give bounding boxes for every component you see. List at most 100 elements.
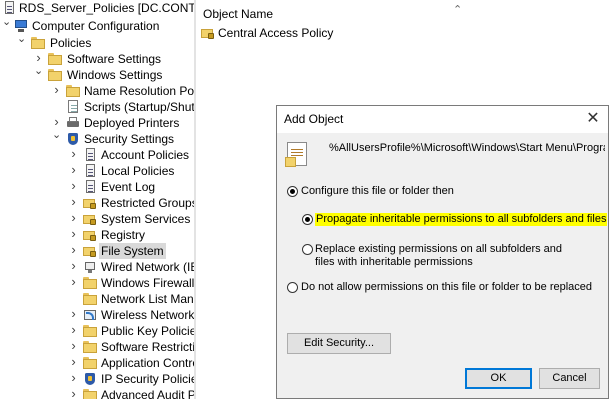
tree-item-registry[interactable]: Registry [0,227,194,243]
chevron-right-icon[interactable] [69,339,78,355]
chevron-right-icon[interactable] [69,275,78,291]
tree-item-restricted-groups[interactable]: Restricted Groups [0,195,194,211]
object-path: %AllUsersProfile%\Microsoft\Windows\Star… [329,142,605,154]
tree-item-deployed-printers[interactable]: Deployed Printers [0,115,194,131]
tree-item-account-policies[interactable]: Account Policies [0,147,194,163]
tree-item-file-system[interactable]: File System [0,243,194,259]
tree-item-application-control[interactable]: Application Control [0,355,194,371]
propagate-radio-label[interactable]: Propagate inheritable permissions to all… [315,213,608,226]
do-not-allow-radio-label[interactable]: Do not allow permissions on this file or… [301,281,592,294]
configure-radio-label[interactable]: Configure this file or folder then [301,185,454,198]
chevron-right-icon[interactable] [69,147,78,163]
tree-item-label: Scripts (Startup/Shutdo [84,100,194,114]
chevron-down-icon[interactable] [2,18,11,34]
chevron-down-icon[interactable] [34,67,43,83]
ok-button[interactable]: OK [465,368,532,389]
configure-radio[interactable] [287,186,298,197]
tree-item-wired-network[interactable]: Wired Network (IEEE [0,259,194,275]
tree-item-windows-settings[interactable]: Windows Settings [0,67,194,83]
wired-network-icon [83,260,97,274]
chevron-right-icon[interactable] [69,387,78,399]
tree-item-local-policies[interactable]: Local Policies [0,163,194,179]
lock-folder-icon [83,196,97,210]
tree-item-security-settings[interactable]: Security Settings [0,131,194,147]
tree-item-label: Computer Configuration [32,19,160,33]
tree-item-software-settings[interactable]: Software Settings [0,51,194,67]
tree-item-name-resolution-policy[interactable]: Name Resolution Policy [0,83,194,99]
tree-item-label: Network List Manag [101,292,194,306]
tree-item-public-key-policies[interactable]: Public Key Policies [0,323,194,339]
chevron-right-icon[interactable] [69,195,78,211]
folder-icon [31,36,45,50]
lock-folder-icon [83,228,97,242]
chevron-down-icon[interactable] [17,35,26,51]
chevron-right-icon[interactable] [69,259,78,275]
propagate-radio[interactable] [302,214,313,225]
do-not-allow-radio[interactable] [287,282,298,293]
replace-radio[interactable] [302,244,313,255]
folder-icon [66,84,80,98]
lock-folder-icon [83,212,97,226]
tree-item-label: Security Settings [84,132,175,146]
tree-item-gpo-root[interactable]: RDS_Server_Policies [DC.CONTOSO.C [0,0,194,16]
tree-item-label: Windows Firewall w [101,276,194,290]
chevron-right-icon[interactable] [69,323,78,339]
chevron-right-icon[interactable] [69,355,78,371]
tree-item-event-log[interactable]: Event Log [0,179,194,195]
chevron-right-icon[interactable] [69,163,78,179]
folder-icon [48,52,62,66]
tree-item-label: System Services [101,212,191,226]
dialog-title: Add Object [284,112,344,126]
close-icon[interactable]: ✕ [582,108,604,130]
tree-item-network-list-manager[interactable]: Network List Manag [0,291,194,307]
cancel-button[interactable]: Cancel [539,368,600,389]
list-item-label: Central Access Policy [218,26,334,40]
tree-item-label: Software Restrictio [101,340,194,354]
policy-icon [83,164,97,178]
tree-item-label: Software Settings [67,52,162,66]
tree-item-scripts[interactable]: Scripts (Startup/Shutdo [0,99,194,115]
sort-ascending-icon: ⌃ [453,4,463,16]
tree-item-advanced-audit[interactable]: Advanced Audit Po [0,387,194,399]
policy-icon [83,180,97,194]
tree-item-label: Wireless Network (II [101,308,194,322]
column-header-object-name[interactable]: Object Name ⌃ [203,4,462,22]
console-tree: RDS_Server_Policies [DC.CONTOSO.C Comput… [0,0,194,399]
tree-item-label: Application Control [101,356,194,370]
tree-item-system-services[interactable]: System Services [0,211,194,227]
replace-radio-label[interactable]: Replace existing permissions on all subf… [315,243,575,269]
tree-item-label: Policies [50,36,92,50]
tree-item-label: IP Security Policies c [101,372,194,386]
chevron-right-icon[interactable] [69,371,78,387]
chevron-right-icon[interactable] [52,83,61,99]
tree-item-label: Event Log [101,180,156,194]
column-header-label: Object Name [203,7,274,21]
tree-item-label: Local Policies [101,164,175,178]
add-object-dialog: Add Object ✕ %AllUsersProfile%\Microsoft… [276,105,609,399]
scripts-icon [66,100,80,114]
folder-icon [83,388,97,399]
chevron-right-icon[interactable] [69,227,78,243]
tree-item-software-restriction[interactable]: Software Restrictio [0,339,194,355]
chevron-right-icon[interactable] [69,179,78,195]
tree-item-label: File System [99,243,166,259]
tree-item-policies[interactable]: Policies [0,35,194,51]
chevron-right-icon[interactable] [69,307,78,323]
tree-item-label: Deployed Printers [84,116,180,130]
tree-item-windows-firewall[interactable]: Windows Firewall w [0,275,194,291]
folder-icon [83,324,97,338]
tree-item-ip-security-policies[interactable]: IP Security Policies c [0,371,194,387]
chevron-down-icon[interactable] [52,131,61,147]
chevron-right-icon[interactable] [69,211,78,227]
security-settings-icon [66,132,80,146]
chevron-right-icon[interactable] [69,243,78,259]
edit-security-button[interactable]: Edit Security... [287,333,391,354]
wireless-network-icon [83,308,97,322]
tree-item-wireless-network[interactable]: Wireless Network (II [0,307,194,323]
file-object-icon [285,142,307,167]
dialog-titlebar[interactable]: Add Object ✕ [277,106,608,133]
policy-icon [2,1,16,15]
tree-item-computer-configuration[interactable]: Computer Configuration [0,18,194,34]
computer-icon [14,19,28,33]
tree-item-label: RDS_Server_Policies [DC.CONTOSO.C [19,1,194,15]
